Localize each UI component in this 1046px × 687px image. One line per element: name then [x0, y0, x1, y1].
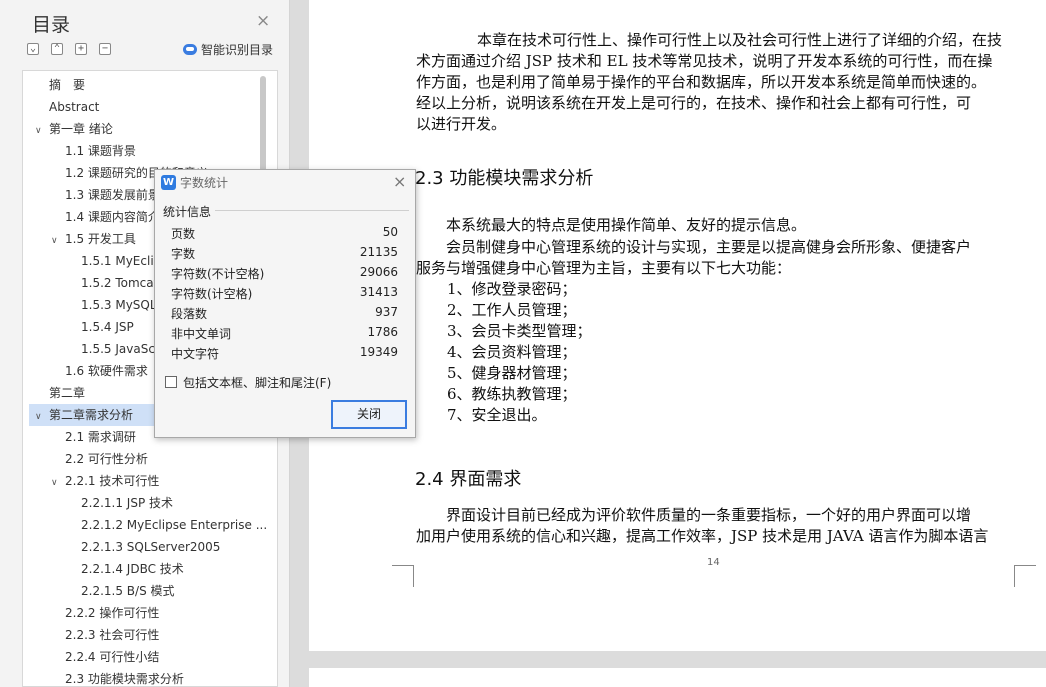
intro-line: 本章在技术可行性上、操作可行性上以及社会可行性上进行了详细的介绍，在技 [447, 31, 1003, 49]
toc-item[interactable]: 2.2.1.4 JDBC 技术 [33, 558, 269, 580]
margin-corner-mark [1014, 565, 1036, 587]
remove-heading-icon[interactable]: − [99, 43, 111, 55]
toc-item-label: 2.1 需求调研 [65, 430, 136, 444]
intro-line: 作方面，也是利用了简单易于操作的平台和数据库，所以开发本系统是简单而快速的。 [416, 73, 987, 91]
stat-value: 1786 [367, 325, 398, 339]
toc-item-label: 2.2 可行性分析 [65, 452, 148, 466]
toc-item-label: 1.4 课题内容简介 [65, 210, 160, 224]
stat-value: 29066 [359, 265, 398, 279]
toc-item-label: 1.6 软硬件需求 [65, 364, 148, 378]
body-line: 本系统最大的特点是使用操作简单、友好的提示信息。 [416, 216, 807, 234]
smart-recognize-icon [183, 44, 197, 55]
toc-item[interactable]: 2.3 功能模块需求分析 [33, 668, 269, 687]
toc-item-label: 第二章 [49, 386, 86, 400]
stats-section-label: 统计信息 [163, 205, 212, 219]
toc-item-label: 2.2.1.5 B/S 模式 [81, 584, 175, 598]
smart-toc-button[interactable]: 智能识别目录 [183, 41, 273, 58]
feature-item: 4、会员资料管理； [447, 343, 577, 361]
toc-item-label: 1.3 课题发展前景 [65, 188, 160, 202]
toc-item-label: 2.2.1.1 JSP 技术 [81, 496, 174, 510]
toc-item-label: 摘 要 [49, 78, 86, 92]
margin-corner-mark [392, 565, 414, 587]
toc-item[interactable]: 1.1 课题背景 [33, 140, 269, 162]
feature-item: 5、健身器材管理； [447, 364, 577, 382]
toc-item[interactable]: 2.2.3 社会可行性 [33, 624, 269, 646]
toc-item-label: 1.5.2 Tomcat [81, 276, 159, 290]
close-button[interactable]: 关闭 [331, 400, 407, 429]
feature-item: 2、工作人员管理； [447, 301, 577, 319]
toc-item-label: 1.5 开发工具 [65, 232, 136, 246]
sidebar-title: 目录 [32, 14, 71, 36]
body-line: 服务与增强健身中心管理为主旨，主要有以下七大功能： [416, 259, 792, 277]
toc-item[interactable]: ∨ 第一章 绪论 [33, 118, 269, 140]
collapse-all-icon[interactable]: ⌄ [27, 43, 39, 55]
chevron-down-icon[interactable]: ∨ [35, 406, 49, 426]
toc-item[interactable]: 2.2.1.5 B/S 模式 [33, 580, 269, 602]
toc-item[interactable]: 2.2.4 可行性小结 [33, 646, 269, 668]
expand-all-icon[interactable]: ⌃ [51, 43, 63, 55]
word-count-dialog: W 字数统计 × 统计信息 页数 50 字数 21135 字符数(不计空格) 2… [154, 169, 416, 438]
dialog-close-icon[interactable]: × [393, 172, 406, 191]
sidebar-close-icon[interactable]: × [256, 12, 270, 30]
toc-item-label: 1.5.3 MySQL [81, 298, 157, 312]
intro-line: 以进行开发。 [416, 115, 507, 133]
toc-item[interactable]: 摘 要 [33, 74, 269, 96]
section-heading: 2.3 功能模块需求分析 [415, 168, 594, 189]
intro-line: 术方面通过介绍 JSP 技术和 EL 技术等常见技术，说明了开发本系统的可行性，… [416, 52, 993, 70]
include-textbox-checkbox[interactable] [165, 376, 177, 388]
stat-label: 段落数 [171, 307, 208, 321]
section-heading: 2.4 界面需求 [415, 469, 522, 490]
toc-item-label: 第一章 绪论 [49, 122, 113, 136]
stat-label: 非中文单词 [171, 327, 232, 341]
stat-value: 50 [382, 225, 398, 239]
next-page-top [309, 668, 1046, 687]
stat-value: 31413 [359, 285, 398, 299]
stat-value: 21135 [359, 245, 398, 259]
toc-item-label: 2.3 功能模块需求分析 [65, 672, 184, 686]
toc-item-label: 1.1 课题背景 [65, 144, 136, 158]
stat-label: 字数 [171, 247, 196, 261]
toc-item[interactable]: 2.2.2 操作可行性 [33, 602, 269, 624]
toc-item-label: 2.2.1.4 JDBC 技术 [81, 562, 184, 576]
chevron-down-icon[interactable]: ∨ [51, 472, 65, 492]
toc-item-label: 第二章需求分析 [49, 408, 134, 422]
toc-item-label: 1.5.4 JSP [81, 320, 134, 334]
toc-item[interactable]: 2.2.1.2 MyEclipse Enterprise ... [33, 514, 269, 536]
chevron-down-icon[interactable]: ∨ [35, 120, 49, 140]
toc-item[interactable]: 2.2 可行性分析 [33, 448, 269, 470]
page-number: 14 [707, 557, 720, 568]
intro-line: 经以上分析，说明该系统在开发上是可行的，在技术、操作和社会上都有可行性，可 [416, 94, 972, 112]
wps-writer-icon: W [161, 175, 176, 190]
dialog-title: 字数统计 [180, 176, 229, 190]
toc-item-label: 2.2.1.2 MyEclipse Enterprise ... [81, 518, 268, 532]
stat-label: 字符数(不计空格) [171, 267, 265, 281]
feature-item: 1、修改登录密码； [447, 280, 577, 298]
chevron-down-icon[interactable]: ∨ [51, 230, 65, 250]
body-line: 界面设计目前已经成为评价软件质量的一条重要指标，一个好的用户界面可以增 [416, 506, 972, 524]
stat-label: 字符数(计空格) [171, 287, 253, 301]
section-divider [215, 210, 409, 211]
stat-label: 页数 [171, 227, 196, 241]
add-heading-icon[interactable]: + [75, 43, 87, 55]
smart-toc-label: 智能识别目录 [201, 43, 274, 57]
toc-item-label: 2.2.3 社会可行性 [65, 628, 160, 642]
toc-item-label: 2.2.1 技术可行性 [65, 474, 160, 488]
feature-item: 7、安全退出。 [447, 406, 547, 424]
toc-item-label: 2.2.4 可行性小结 [65, 650, 160, 664]
toc-item[interactable]: 2.2.1.3 SQLServer2005 [33, 536, 269, 558]
toc-item-label: 2.2.1.3 SQLServer2005 [81, 540, 221, 554]
toc-item[interactable]: ∨ 2.2.1 技术可行性 [33, 470, 269, 492]
feature-item: 6、教练执教管理； [447, 385, 577, 403]
body-line: 加用户使用系统的信心和兴趣，提高工作效率，JSP 技术是用 JAVA 语言作为脚… [416, 527, 989, 545]
stat-value: 19349 [359, 345, 398, 359]
stat-value: 937 [375, 305, 398, 319]
toc-item-label: 2.2.2 操作可行性 [65, 606, 160, 620]
include-textbox-label[interactable]: 包括文本框、脚注和尾注(F) [183, 374, 331, 391]
toc-item[interactable]: Abstract [33, 96, 269, 118]
feature-item: 3、会员卡类型管理； [447, 322, 592, 340]
body-line: 会员制健身中心管理系统的设计与实现，主要是以提高健身会所形象、便捷客户 [416, 238, 972, 256]
toc-item[interactable]: 2.2.1.1 JSP 技术 [33, 492, 269, 514]
stat-label: 中文字符 [171, 347, 220, 361]
toc-item-label: Abstract [49, 100, 100, 114]
